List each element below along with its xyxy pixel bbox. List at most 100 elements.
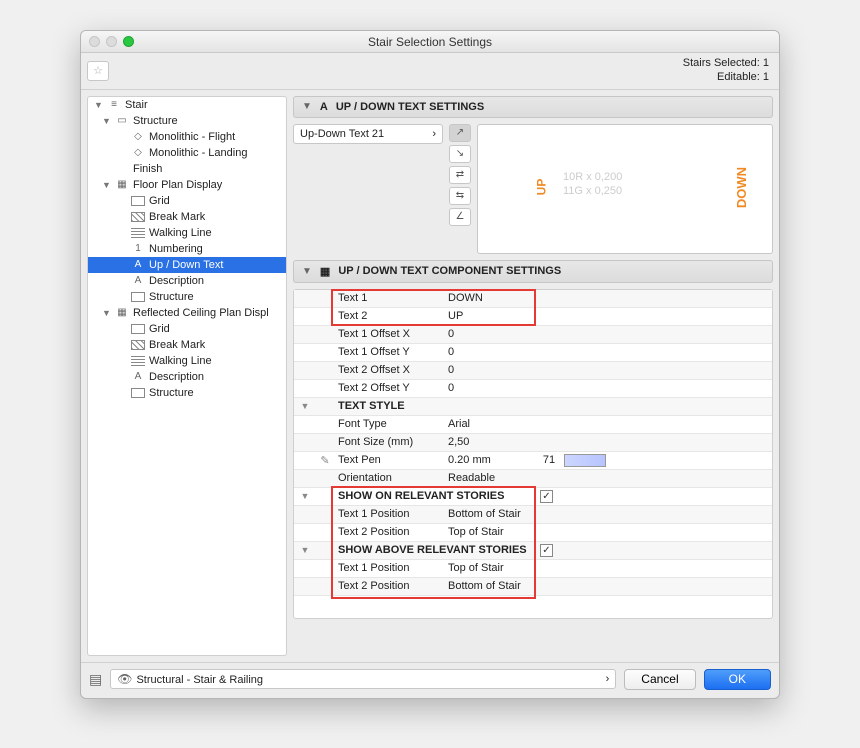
tree-fpd-description[interactable]: Description: [149, 275, 204, 287]
eye-icon: 👁: [117, 672, 132, 686]
param-label: Orientation: [334, 470, 444, 487]
orientation-select[interactable]: Readable: [444, 470, 536, 487]
tree-rcp-description[interactable]: Description: [149, 371, 204, 383]
tree-floor-plan-display[interactable]: Floor Plan Display: [133, 179, 222, 191]
param-label: Text 1 Position: [334, 560, 444, 577]
disclosure-triangle-icon: ▼: [302, 266, 312, 277]
tree-stair[interactable]: Stair: [125, 99, 148, 111]
display-option-5[interactable]: ∠: [449, 208, 471, 226]
param-label: Text 2 Offset Y: [334, 380, 444, 397]
chevron-right-icon: ›: [606, 673, 610, 685]
param-text1-value[interactable]: DOWN: [444, 290, 536, 307]
param-value[interactable]: 0: [444, 344, 536, 361]
walkline-icon: [131, 356, 145, 366]
param-label: Text 2 Position: [334, 578, 444, 595]
structure-rect-icon: [131, 388, 145, 398]
display-option-4[interactable]: ⇆: [449, 187, 471, 205]
layer-icon: ▤: [89, 671, 102, 688]
star-icon: ☆: [93, 64, 103, 77]
pen-weight[interactable]: 0.20 mm: [444, 452, 536, 469]
tree-rcp-structure[interactable]: Structure: [149, 387, 194, 399]
tree-mono-flight[interactable]: Monolithic - Flight: [149, 131, 235, 143]
param-label: Text 2 Offset X: [334, 362, 444, 379]
monolithic-icon: ◇: [131, 147, 145, 159]
tree-finish[interactable]: Finish: [133, 163, 162, 175]
group-show-above[interactable]: SHOW ABOVE RELEVANT STORIES: [334, 542, 536, 559]
param-text2-value[interactable]: UP: [444, 308, 536, 325]
ok-button[interactable]: OK: [704, 669, 771, 690]
tree-rcp-grid[interactable]: Grid: [149, 323, 170, 335]
tree-mono-landing[interactable]: Monolithic - Landing: [149, 147, 247, 159]
t1-position-above[interactable]: Top of Stair: [444, 560, 536, 577]
tree-structure[interactable]: Structure: [133, 115, 178, 127]
display-option-1[interactable]: ↗: [449, 124, 471, 142]
param-text2-label: Text 2: [334, 308, 444, 325]
text-icon: A: [131, 259, 145, 271]
disclosure-triangle-icon: ▼: [302, 101, 312, 112]
param-label: Font Type: [334, 416, 444, 433]
param-label: Text 2 Position: [334, 524, 444, 541]
param-value[interactable]: 0: [444, 380, 536, 397]
break-icon: [131, 212, 145, 222]
param-value[interactable]: 0: [444, 326, 536, 343]
t2-position-above[interactable]: Bottom of Stair: [444, 578, 536, 595]
stair-icon: ≡: [107, 99, 121, 111]
settings-tree[interactable]: ▼≡Stair ▼▭Structure ◇Monolithic - Flight…: [87, 96, 287, 656]
pen-color-swatch[interactable]: [564, 454, 606, 467]
selection-status: Stairs Selected: 1 Editable: 1: [683, 57, 769, 85]
param-label: Text Pen: [334, 452, 444, 469]
text-icon: A: [131, 371, 145, 383]
t1-position-on[interactable]: Bottom of Stair: [444, 506, 536, 523]
favorite-toggle[interactable]: ☆: [87, 61, 109, 81]
tree-fpd-grid[interactable]: Grid: [149, 195, 170, 207]
preview-area: UP 10R x 0,200 11G x 0,250 DOWN: [477, 124, 773, 254]
component-icon: ▦: [320, 265, 330, 278]
break-icon: [131, 340, 145, 350]
param-label: Text 1 Offset Y: [334, 344, 444, 361]
layer-name: Structural - Stair & Railing: [136, 674, 263, 686]
tree-fpd-numbering[interactable]: Numbering: [149, 243, 203, 255]
cancel-button[interactable]: Cancel: [624, 669, 695, 690]
tree-rcp-break[interactable]: Break Mark: [149, 339, 205, 351]
dialog-window: Stair Selection Settings ☆ Stairs Select…: [80, 30, 780, 699]
group-text-style[interactable]: TEXT STYLE: [334, 398, 444, 415]
chevron-right-icon: ›: [432, 128, 436, 140]
window-title: Stair Selection Settings: [81, 35, 779, 49]
pen-index[interactable]: 71: [540, 454, 558, 466]
layer-select[interactable]: 👁 Structural - Stair & Railing ›: [110, 669, 616, 689]
preset-select[interactable]: Up-Down Text 21 ›: [293, 124, 443, 144]
updown-component-panel-header[interactable]: ▼ ▦ UP / DOWN TEXT COMPONENT SETTINGS: [293, 260, 773, 283]
preview-up-label: UP: [534, 178, 548, 195]
show-on-checkbox[interactable]: ✓: [540, 490, 553, 503]
t2-position-on[interactable]: Top of Stair: [444, 524, 536, 541]
tree-fpd-updown[interactable]: Up / Down Text: [149, 259, 223, 271]
structure-icon: ▭: [115, 115, 129, 127]
tree-rcp-walk[interactable]: Walking Line: [149, 355, 212, 367]
param-value[interactable]: 0: [444, 362, 536, 379]
grid-icon: [131, 324, 145, 334]
param-label: Text 1 Position: [334, 506, 444, 523]
text-icon: A: [131, 275, 145, 287]
param-label: Text 1 Offset X: [334, 326, 444, 343]
param-value[interactable]: 2,50: [444, 434, 536, 451]
display-option-2[interactable]: ↘: [449, 145, 471, 163]
preset-value: Up-Down Text 21: [300, 128, 384, 140]
tree-fpd-break[interactable]: Break Mark: [149, 211, 205, 223]
show-above-checkbox[interactable]: ✓: [540, 544, 553, 557]
group-show-on[interactable]: SHOW ON RELEVANT STORIES: [334, 488, 536, 505]
parameters-table: Text 1DOWN Text 2UP Text 1 Offset X0 Tex…: [293, 289, 773, 619]
tree-fpd-structure[interactable]: Structure: [149, 291, 194, 303]
updown-settings-panel-header[interactable]: ▼ A UP / DOWN TEXT SETTINGS: [293, 96, 773, 118]
pen-icon: ✎: [316, 452, 334, 469]
preview-drawing: 10R x 0,200 11G x 0,250: [563, 170, 622, 199]
font-select[interactable]: Arial: [444, 416, 536, 433]
preview-down-label: DOWN: [734, 166, 749, 207]
structure-rect-icon: [131, 292, 145, 302]
walkline-icon: [131, 228, 145, 238]
display-option-3[interactable]: ⇄: [449, 166, 471, 184]
tree-fpd-walk[interactable]: Walking Line: [149, 227, 212, 239]
plan-icon: ▦: [115, 307, 129, 319]
panel-title: UP / DOWN TEXT SETTINGS: [336, 101, 484, 113]
tree-rcp[interactable]: Reflected Ceiling Plan Displ: [133, 307, 269, 319]
grid-icon: [131, 196, 145, 206]
